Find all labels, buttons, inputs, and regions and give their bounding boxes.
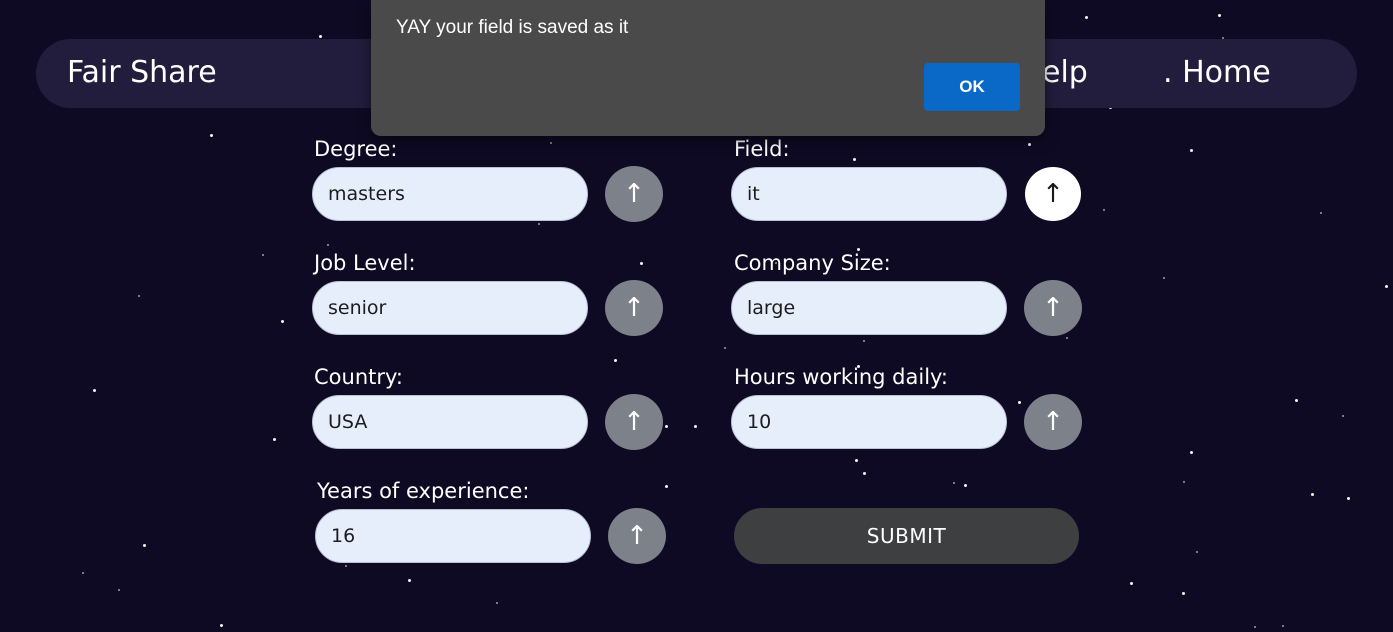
star-dot (1182, 592, 1185, 595)
star-dot (327, 244, 329, 246)
star-dot (863, 340, 865, 342)
experience-label: Years of experience: (317, 479, 530, 503)
star-dot (143, 544, 146, 547)
job-level-save-button[interactable]: ↑ (605, 280, 663, 336)
star-dot (1190, 149, 1193, 152)
degree-input[interactable]: masters (312, 167, 588, 221)
star-dot (1196, 551, 1198, 553)
hours-input[interactable]: 10 (731, 395, 1007, 449)
star-dot (118, 589, 120, 591)
star-dot (1282, 625, 1284, 627)
nav-link-help[interactable]: elp (1042, 55, 1088, 90)
star-dot (640, 262, 643, 265)
star-dot (93, 389, 96, 392)
job-level-label: Job Level: (314, 251, 416, 275)
star-dot (82, 572, 84, 574)
star-dot (1311, 493, 1314, 496)
star-dot (281, 320, 284, 323)
star-dot (1018, 401, 1021, 404)
company-size-input[interactable]: large (731, 281, 1007, 335)
degree-label: Degree: (314, 137, 398, 161)
company-size-save-button[interactable]: ↑ (1024, 280, 1082, 336)
field-save-button[interactable]: ↑ (1025, 167, 1081, 221)
alert-dialog: YAY your field is saved as it OK (371, 0, 1045, 136)
star-dot (538, 223, 540, 225)
country-save-button[interactable]: ↑ (605, 394, 663, 450)
star-dot (220, 624, 223, 627)
star-dot (1163, 277, 1165, 279)
experience-input[interactable]: 16 (315, 509, 591, 563)
up-arrow-icon: ↑ (1042, 407, 1064, 437)
star-dot (319, 35, 322, 38)
star-dot (964, 484, 967, 487)
company-size-label: Company Size: (734, 251, 891, 275)
field-input[interactable]: it (731, 167, 1007, 221)
star-dot (262, 254, 264, 256)
nav-link-home[interactable]: . Home (1163, 55, 1271, 90)
up-arrow-icon: ↑ (1042, 179, 1064, 209)
hours-save-button[interactable]: ↑ (1024, 394, 1082, 450)
star-dot (863, 472, 866, 475)
star-dot (1385, 285, 1388, 288)
up-arrow-icon: ↑ (623, 293, 645, 323)
up-arrow-icon: ↑ (623, 179, 645, 209)
star-dot (953, 482, 955, 484)
star-dot (724, 347, 726, 349)
hours-label: Hours working daily: (734, 365, 949, 389)
up-arrow-icon: ↑ (1042, 293, 1064, 323)
star-dot (1295, 399, 1298, 402)
star-dot (1085, 16, 1088, 19)
country-label: Country: (314, 365, 403, 389)
alert-ok-button[interactable]: OK (924, 63, 1020, 111)
star-dot (1254, 626, 1256, 628)
star-dot (1028, 143, 1031, 146)
star-dot (1183, 481, 1185, 483)
star-dot (1347, 497, 1350, 500)
star-dot (273, 438, 276, 441)
alert-message: YAY your field is saved as it (396, 17, 629, 38)
star-dot (1130, 582, 1133, 585)
country-input[interactable]: USA (312, 395, 588, 449)
star-dot (853, 158, 856, 161)
star-dot (138, 295, 140, 297)
star-dot (408, 579, 411, 582)
degree-save-button[interactable]: ↑ (605, 166, 663, 222)
star-dot (694, 425, 697, 428)
star-dot (614, 359, 617, 362)
star-dot (855, 459, 858, 462)
star-dot (496, 602, 498, 604)
submit-button[interactable]: SUBMIT (734, 508, 1079, 564)
brand-title[interactable]: Fair Share (67, 55, 217, 90)
star-dot (665, 425, 668, 428)
up-arrow-icon: ↑ (623, 407, 645, 437)
star-dot (1320, 212, 1322, 214)
star-dot (345, 565, 347, 567)
up-arrow-icon: ↑ (626, 521, 648, 551)
star-dot (1190, 451, 1193, 454)
field-label: Field: (734, 137, 790, 161)
star-dot (1342, 415, 1344, 417)
experience-save-button[interactable]: ↑ (608, 508, 666, 564)
star-dot (1103, 209, 1105, 211)
star-dot (665, 485, 668, 488)
star-dot (1066, 337, 1068, 339)
star-dot (550, 142, 552, 144)
star-dot (1218, 14, 1221, 17)
job-level-input[interactable]: senior (312, 281, 588, 335)
star-dot (210, 134, 213, 137)
page: Fair Share elp . Home Degree: masters ↑ … (0, 0, 1393, 632)
